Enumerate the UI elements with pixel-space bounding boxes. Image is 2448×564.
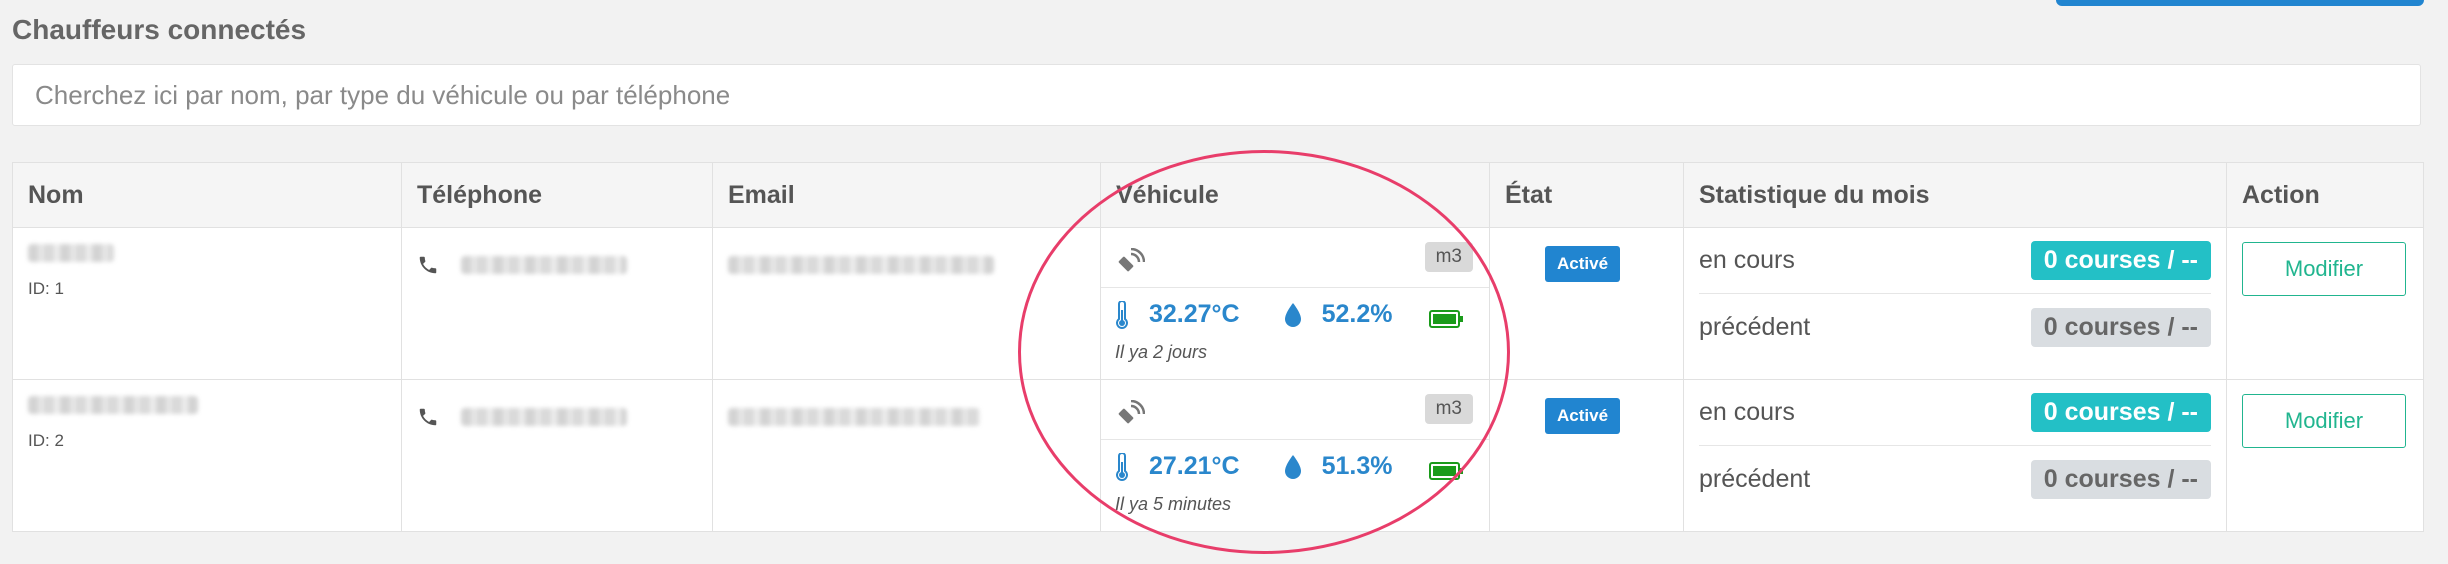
- drivers-table: Nom Téléphone Email Véhicule État Statis…: [12, 162, 2424, 532]
- phone-icon: [419, 256, 437, 274]
- temperature-value: 32.27°C: [1149, 300, 1240, 328]
- last-seen: Il ya 5 minutes: [1115, 494, 1232, 514]
- header-statistique[interactable]: Statistique du mois: [1683, 162, 2227, 228]
- table-header-row: Nom Téléphone Email Véhicule État Statis…: [12, 162, 2424, 228]
- status-badge: Activé: [1545, 398, 1621, 434]
- stat-previous-label: précédent: [1699, 464, 1811, 493]
- redacted-name: [28, 244, 114, 262]
- page-title: Chauffeurs connectés: [12, 14, 307, 45]
- cell-statistique: en cours 0 courses / -- précédent 0 cour…: [1683, 227, 2227, 380]
- redacted-name: [28, 396, 198, 414]
- stat-current-value: 0 courses / --: [2030, 393, 2211, 432]
- vehicle-type-badge: m3: [1424, 242, 1473, 272]
- header-action[interactable]: Action: [2226, 162, 2424, 228]
- driver-id: ID: 1: [28, 279, 64, 298]
- last-seen: Il ya 2 jours: [1115, 342, 1208, 362]
- phone-icon: [419, 408, 437, 426]
- driver-id: ID: 2: [28, 431, 64, 450]
- redacted-email: [728, 256, 994, 274]
- battery-full-icon: [1429, 462, 1463, 480]
- cell-email: [712, 227, 1101, 380]
- cell-action: Modifier: [2226, 227, 2424, 380]
- water-drop-icon: [1284, 454, 1301, 479]
- cell-etat: Activé: [1489, 379, 1684, 532]
- cell-telephone: [401, 227, 713, 380]
- top-action-button[interactable]: [2056, 0, 2424, 6]
- battery-full-icon: [1429, 310, 1463, 328]
- stat-current-value: 0 courses / --: [2030, 241, 2211, 280]
- status-badge: Activé: [1545, 246, 1621, 282]
- header-email[interactable]: Email: [712, 162, 1101, 228]
- water-drop-icon: [1284, 302, 1301, 327]
- search-input[interactable]: [12, 64, 2421, 126]
- cell-etat: Activé: [1489, 227, 1684, 380]
- thermometer-icon: [1116, 452, 1128, 481]
- table-row: ID: 1 m3 32.27°C 52.2% Il ya 2 jours Act…: [12, 227, 2424, 380]
- redacted-phone: [461, 256, 627, 274]
- table-row: ID: 2 m3 27.21°C 51.3% Il ya 5 minutes A…: [12, 379, 2424, 532]
- stat-current-label: en cours: [1699, 398, 1795, 426]
- stat-previous-value: 0 courses / --: [2030, 307, 2211, 347]
- humidity-value: 51.3%: [1321, 452, 1393, 480]
- humidity-value: 52.2%: [1321, 300, 1393, 328]
- redacted-email: [728, 408, 980, 426]
- stat-previous-value: 0 courses / --: [2030, 459, 2211, 499]
- stat-current-label: en cours: [1699, 246, 1795, 274]
- cell-vehicule: m3 32.27°C 52.2% Il ya 2 jours: [1100, 227, 1490, 380]
- cell-action: Modifier: [2226, 379, 2424, 532]
- satellite-signal-icon: [1118, 248, 1145, 272]
- cell-nom: ID: 1: [12, 227, 402, 380]
- thermometer-icon: [1116, 300, 1128, 329]
- cell-statistique: en cours 0 courses / -- précédent 0 cour…: [1683, 379, 2227, 532]
- header-etat[interactable]: État: [1489, 162, 1684, 228]
- satellite-signal-icon: [1118, 400, 1145, 424]
- cell-telephone: [401, 379, 713, 532]
- header-telephone[interactable]: Téléphone: [401, 162, 713, 228]
- header-nom[interactable]: Nom: [12, 162, 402, 228]
- vehicle-type-badge: m3: [1424, 394, 1473, 424]
- modifier-button[interactable]: Modifier: [2242, 242, 2406, 296]
- cell-vehicule: m3 27.21°C 51.3% Il ya 5 minutes: [1100, 379, 1490, 532]
- modifier-button[interactable]: Modifier: [2242, 394, 2406, 448]
- redacted-phone: [461, 408, 627, 426]
- cell-email: [712, 379, 1101, 532]
- header-vehicule[interactable]: Véhicule: [1100, 162, 1490, 228]
- cell-nom: ID: 2: [12, 379, 402, 532]
- stat-previous-label: précédent: [1699, 312, 1811, 341]
- temperature-value: 27.21°C: [1149, 452, 1240, 480]
